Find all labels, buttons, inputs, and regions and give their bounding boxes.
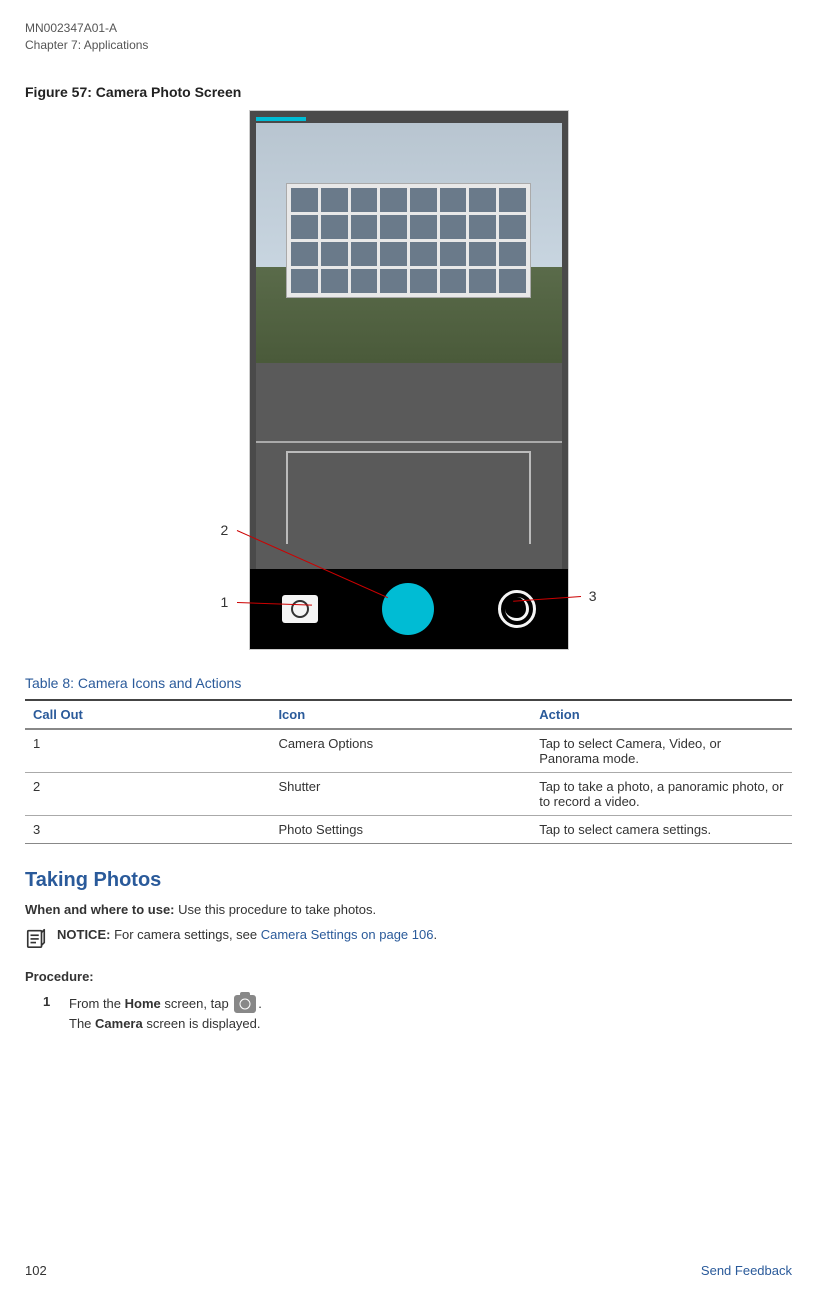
step-bold: Camera [95, 1016, 143, 1031]
when-where-text: Use this procedure to take photos. [175, 902, 377, 917]
table-row: 2 Shutter Tap to take a photo, a panoram… [25, 772, 792, 815]
camera-app-icon [234, 995, 256, 1013]
step-text: . [258, 996, 262, 1011]
chapter-label: Chapter 7: Applications [25, 37, 792, 54]
camera-screenshot [249, 110, 569, 650]
section-title: Taking Photos [25, 869, 792, 892]
cell-callout: 3 [25, 815, 270, 843]
table-row: 1 Camera Options Tap to select Camera, V… [25, 729, 792, 773]
table-title: Table 8: Camera Icons and Actions [25, 675, 792, 691]
cell-icon: Camera Options [270, 729, 531, 773]
callout-1: 1 [221, 594, 229, 610]
page-number: 102 [25, 1263, 47, 1278]
notice-icon [25, 927, 47, 949]
photo-settings-icon [498, 590, 536, 628]
cell-icon: Photo Settings [270, 815, 531, 843]
figure-title: Figure 57: Camera Photo Screen [25, 84, 792, 100]
step-text: screen, tap [161, 996, 233, 1011]
notice-pre: For camera settings, see [110, 927, 260, 942]
procedure-step-1: 1 From the Home screen, tap . The Camera… [43, 994, 792, 1036]
viewfinder-area [256, 123, 562, 363]
cell-icon: Shutter [270, 772, 531, 815]
table-header-callout: Call Out [25, 700, 270, 729]
progress-bar [256, 117, 306, 121]
callout-3: 3 [589, 588, 597, 604]
doc-id: MN002347A01-A [25, 20, 792, 37]
step-content: From the Home screen, tap . The Camera s… [69, 994, 262, 1036]
document-header: MN002347A01-A Chapter 7: Applications [25, 20, 792, 54]
step-bold: Home [125, 996, 161, 1011]
cell-callout: 1 [25, 729, 270, 773]
when-where-line: When and where to use: Use this procedur… [25, 902, 792, 917]
notice-post: . [433, 927, 437, 942]
parking-area [256, 363, 562, 569]
cell-action: Tap to take a photo, a panoramic photo, … [531, 772, 792, 815]
page-footer: 102 Send Feedback [25, 1263, 792, 1278]
step-text: The [69, 1016, 95, 1031]
figure-container: 1 2 3 [25, 110, 792, 650]
table-header-action: Action [531, 700, 792, 729]
step-number: 1 [43, 994, 57, 1036]
cell-action: Tap to select Camera, Video, or Panorama… [531, 729, 792, 773]
send-feedback-link[interactable]: Send Feedback [701, 1263, 792, 1278]
notice-link[interactable]: Camera Settings on page 106 [261, 927, 434, 942]
camera-options-icon [282, 595, 318, 623]
table-header-icon: Icon [270, 700, 531, 729]
callout-2: 2 [221, 522, 229, 538]
when-where-label: When and where to use: [25, 902, 175, 917]
notice-row: NOTICE: For camera settings, see Camera … [25, 927, 792, 949]
table-row: 3 Photo Settings Tap to select camera se… [25, 815, 792, 843]
step-text: From the [69, 996, 125, 1011]
notice-text: NOTICE: For camera settings, see Camera … [57, 927, 437, 942]
cell-callout: 2 [25, 772, 270, 815]
camera-controls-bar [250, 569, 568, 649]
step-text: screen is displayed. [143, 1016, 261, 1031]
procedure-label: Procedure: [25, 969, 792, 984]
camera-icons-table: Call Out Icon Action 1 Camera Options Ta… [25, 699, 792, 844]
notice-label: NOTICE: [57, 927, 110, 942]
cell-action: Tap to select camera settings. [531, 815, 792, 843]
shutter-button-icon [382, 583, 434, 635]
